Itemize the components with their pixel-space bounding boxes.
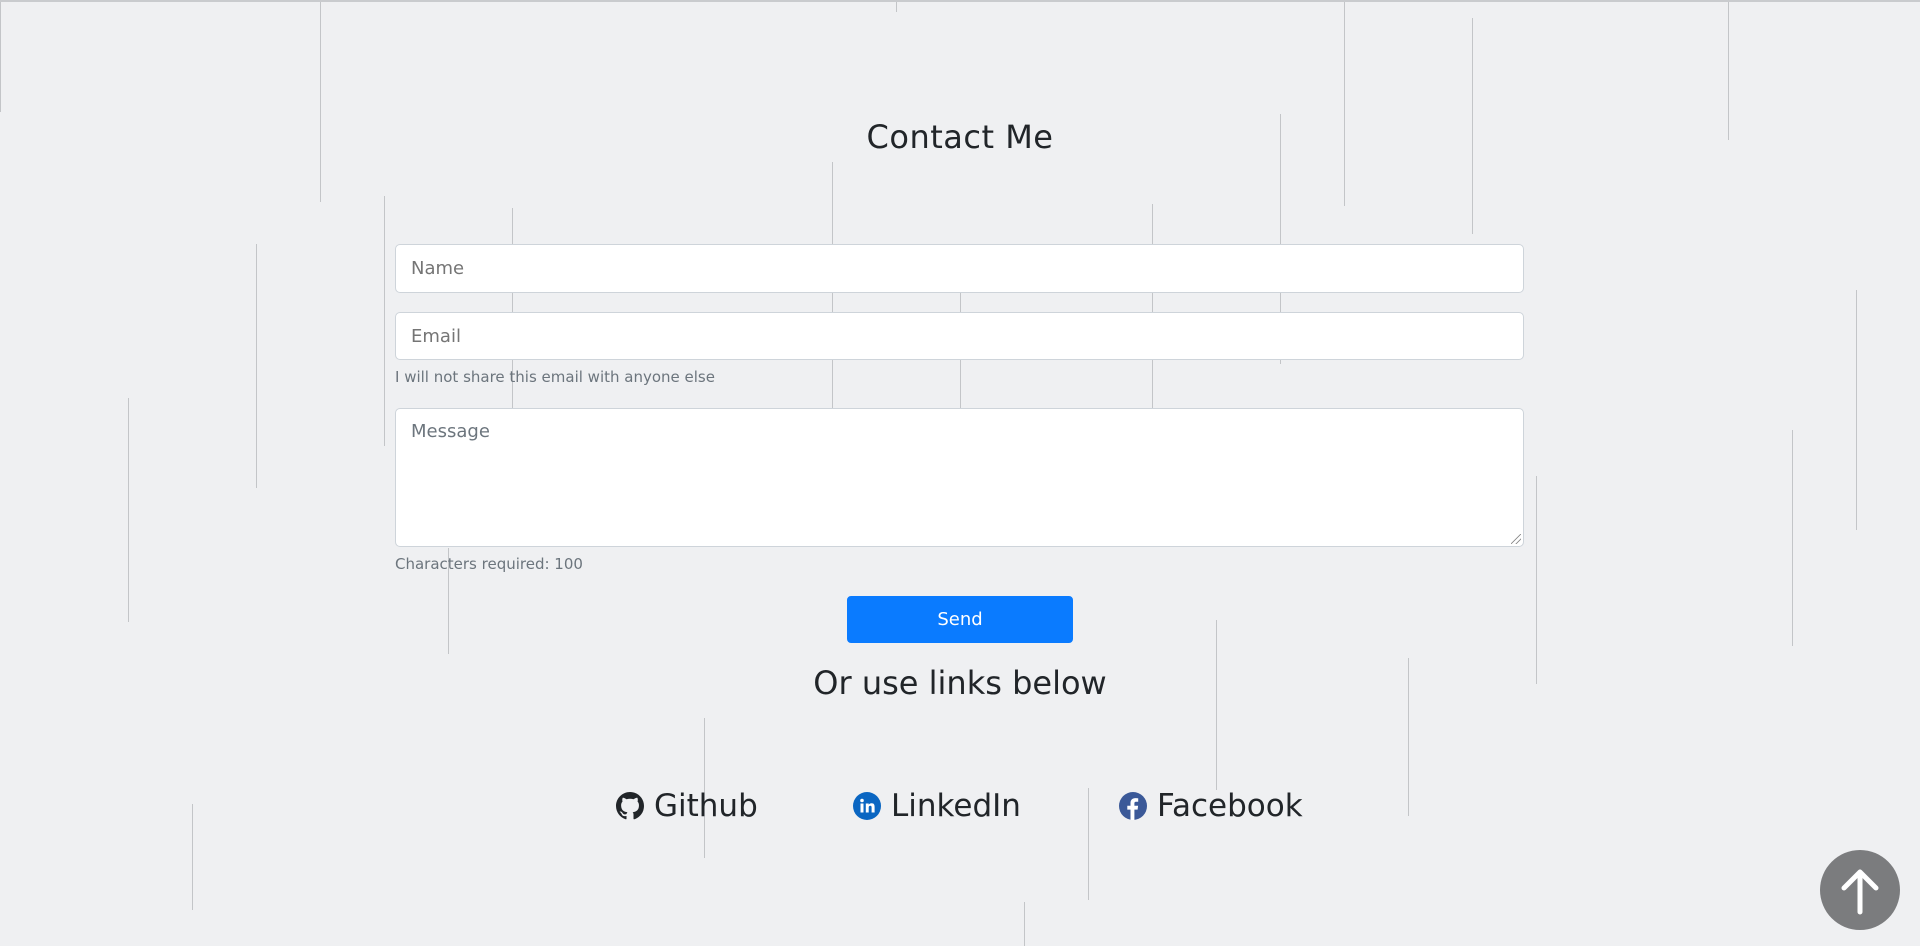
name-input[interactable] [395,244,1524,293]
page-title: Contact Me [866,118,1054,156]
email-input[interactable] [395,312,1524,360]
github-label: Github [654,788,758,824]
message-help-text: Characters required: 100 [395,555,583,573]
linkedin-label: LinkedIn [891,788,1021,824]
send-button[interactable]: Send [847,596,1073,643]
facebook-link[interactable]: Facebook [1119,788,1303,824]
links-heading: Or use links below [813,664,1107,702]
resize-grip-icon[interactable] [1511,534,1521,544]
scroll-to-top-button[interactable] [1820,850,1900,930]
linkedin-link[interactable]: LinkedIn [853,788,1021,824]
github-link[interactable]: Github [616,788,758,824]
github-icon [616,792,644,820]
arrow-up-icon [1841,869,1879,915]
facebook-icon [1119,792,1147,820]
message-textarea[interactable]: Message [395,408,1524,547]
linkedin-icon [853,792,881,820]
page: Contact Me I will not share this email w… [0,0,1920,946]
email-help-text: I will not share this email with anyone … [395,368,715,386]
facebook-label: Facebook [1157,788,1303,824]
message-placeholder: Message [411,421,490,442]
